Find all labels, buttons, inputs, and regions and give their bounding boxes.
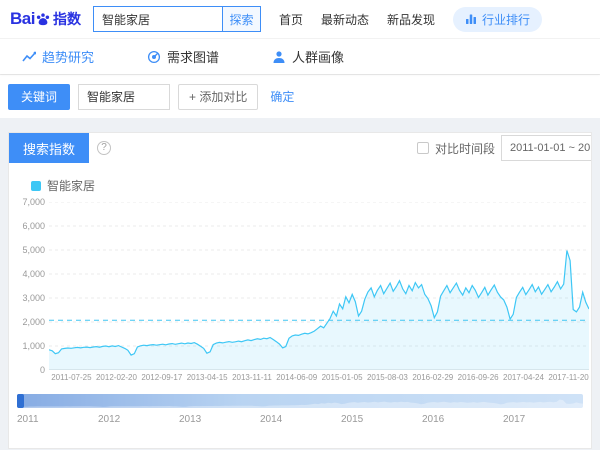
x-axis-label: 2017-11-20 bbox=[548, 373, 588, 382]
x-axis-label: 2017-04-24 bbox=[503, 373, 544, 382]
y-axis-label: 1,000 bbox=[22, 341, 45, 351]
nav-latest-news[interactable]: 最新动态 bbox=[321, 11, 369, 28]
x-axis-label: 2015-08-03 bbox=[367, 373, 408, 382]
confirm-link[interactable]: 确定 bbox=[270, 88, 294, 105]
trend-chart-icon bbox=[22, 50, 36, 64]
timeline-year-label: 2016 bbox=[422, 414, 444, 425]
person-icon bbox=[272, 50, 286, 64]
timeline-year-label: 2011 bbox=[17, 414, 39, 425]
tab-trend-research[interactable]: 趋势研究 bbox=[22, 47, 147, 66]
x-axis-label: 2013-04-15 bbox=[187, 373, 228, 382]
x-axis-label: 2016-02-29 bbox=[412, 373, 453, 382]
section-tabbar: 趋势研究 需求图谱 人群画像 bbox=[0, 38, 600, 74]
trend-chart-svg bbox=[49, 202, 589, 370]
logo-text-bai: Bai bbox=[10, 9, 35, 29]
radar-icon bbox=[147, 50, 161, 64]
logo-text-suffix: 指数 bbox=[53, 9, 81, 29]
keyword-bar: 关键词 + 添加对比 确定 bbox=[0, 74, 600, 118]
nav-home[interactable]: 首页 bbox=[279, 11, 303, 28]
timeline-year-label: 2012 bbox=[98, 414, 120, 425]
industry-rank-button[interactable]: 行业排行 bbox=[453, 7, 542, 32]
keyword-input[interactable] bbox=[78, 84, 170, 110]
search-input[interactable] bbox=[94, 7, 222, 31]
legend-swatch bbox=[31, 181, 41, 191]
y-axis-labels: 7,0006,0005,0004,0003,0002,0001,0000 bbox=[15, 202, 49, 370]
tab-audience-profile[interactable]: 人群画像 bbox=[272, 47, 397, 66]
y-axis-label: 4,000 bbox=[22, 269, 45, 279]
panel-header: 搜索指数 ? 对比时间段 2011-01-01 ~ 20 bbox=[9, 133, 591, 163]
add-compare-button[interactable]: + 添加对比 bbox=[178, 84, 258, 110]
y-axis-label: 6,000 bbox=[22, 221, 45, 231]
ranking-icon bbox=[465, 13, 477, 25]
header-nav: 首页 最新动态 新品发现 bbox=[279, 11, 435, 28]
keyword-search-box: 探索 bbox=[93, 6, 261, 32]
tab-trend-label: 趋势研究 bbox=[42, 47, 94, 66]
timeline-years: 2011 2012 2013 2014 2015 2016 2017 bbox=[17, 414, 583, 428]
nav-new-products[interactable]: 新品发现 bbox=[387, 11, 435, 28]
trend-chart: 7,0006,0005,0004,0003,0002,0001,0000 bbox=[9, 202, 591, 370]
x-axis-label: 2012-02-20 bbox=[96, 373, 137, 382]
timeline-year-label: 2013 bbox=[179, 414, 201, 425]
keyword-label-button[interactable]: 关键词 bbox=[8, 84, 70, 110]
compare-time-controls: 对比时间段 2011-01-01 ~ 20 bbox=[417, 135, 592, 161]
tab-demand-map[interactable]: 需求图谱 bbox=[147, 47, 272, 66]
y-axis-label: 0 bbox=[40, 365, 45, 375]
timeline-year-label: 2015 bbox=[341, 414, 363, 425]
timeline-brush[interactable] bbox=[17, 394, 583, 408]
compare-period-checkbox[interactable] bbox=[417, 142, 429, 154]
brush-mini-svg bbox=[17, 394, 583, 408]
x-axis-label: 2014-06-09 bbox=[276, 373, 317, 382]
x-axis-label: 2013-11-11 bbox=[232, 373, 272, 382]
explore-button[interactable]: 探索 bbox=[222, 7, 260, 31]
legend-label: 智能家居 bbox=[47, 177, 95, 194]
tab-audience-label: 人群画像 bbox=[292, 47, 344, 66]
x-axis-label: 2012-09-17 bbox=[141, 373, 182, 382]
industry-rank-label: 行业排行 bbox=[482, 11, 530, 28]
search-index-tab[interactable]: 搜索指数 bbox=[9, 133, 89, 163]
x-axis-labels: 2011-07-25 2012-02-20 2012-09-17 2013-04-15… bbox=[49, 370, 591, 384]
x-axis-label: 2011-07-25 bbox=[51, 373, 91, 382]
brush-left-handle[interactable] bbox=[17, 394, 24, 408]
x-axis-label: 2015-01-05 bbox=[322, 373, 363, 382]
compare-period-label: 对比时间段 bbox=[435, 140, 495, 157]
date-range-picker[interactable]: 2011-01-01 ~ 20 bbox=[501, 135, 592, 161]
help-icon[interactable]: ? bbox=[97, 141, 111, 155]
y-axis-label: 2,000 bbox=[22, 317, 45, 327]
y-axis-label: 5,000 bbox=[22, 245, 45, 255]
y-axis-label: 3,000 bbox=[22, 293, 45, 303]
search-index-panel: 搜索指数 ? 对比时间段 2011-01-01 ~ 20 智能家居 7,000 6… bbox=[8, 132, 592, 449]
timeline-year-label: 2014 bbox=[260, 414, 282, 425]
legend-item[interactable]: 智能家居 bbox=[9, 163, 591, 202]
top-header: Bai 指数 探索 首页 最新动态 新品发现 行业排行 bbox=[0, 0, 600, 38]
chart-plot-area[interactable] bbox=[49, 202, 589, 370]
x-axis-label: 2016-09-26 bbox=[458, 373, 499, 382]
timeline-year-label: 2017 bbox=[503, 414, 525, 425]
baidu-index-logo[interactable]: Bai 指数 bbox=[10, 9, 81, 29]
tab-demand-label: 需求图谱 bbox=[167, 47, 219, 66]
y-axis-label: 7,000 bbox=[22, 197, 45, 207]
baidu-paw-icon bbox=[36, 12, 50, 26]
